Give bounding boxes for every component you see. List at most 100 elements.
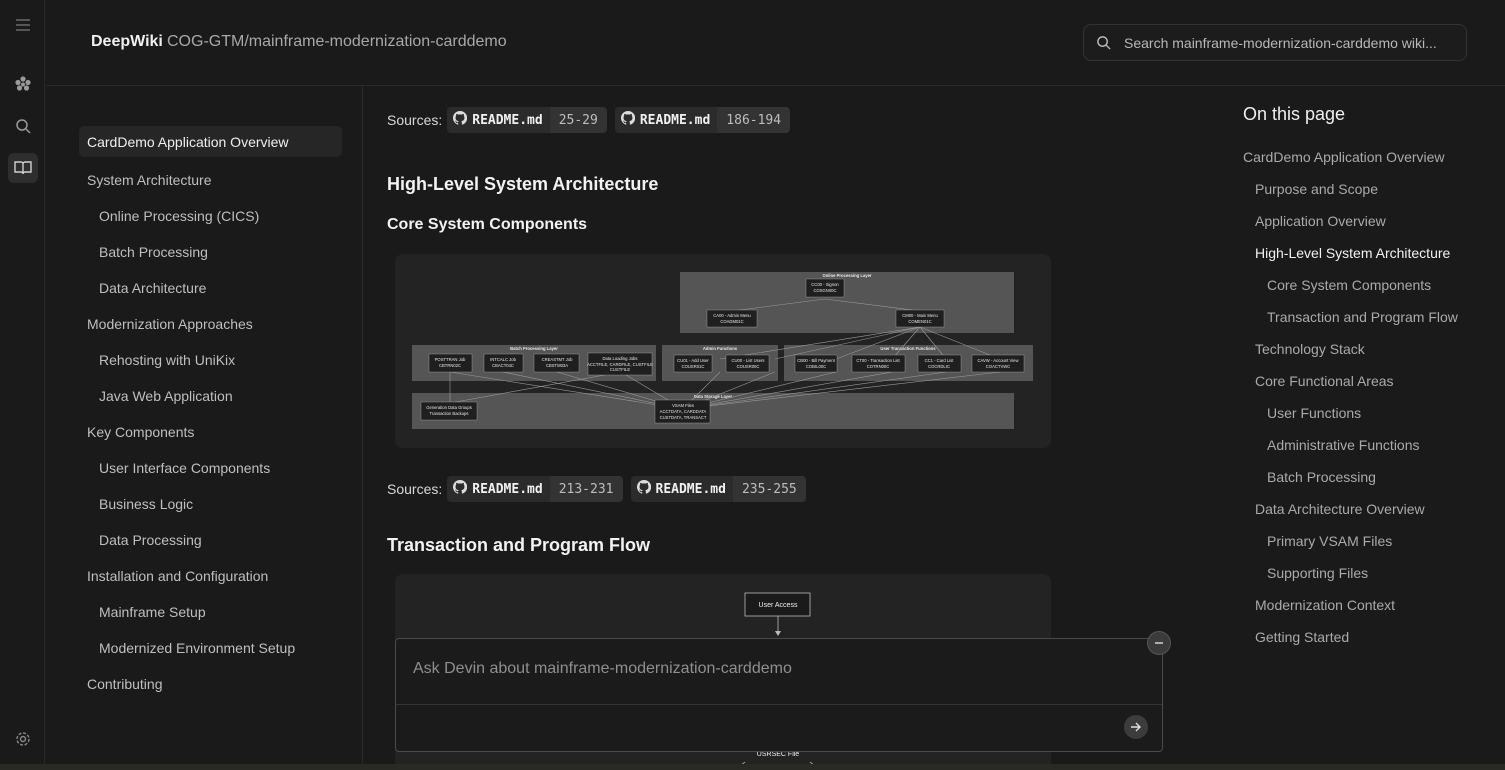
svg-text:Transaction Backups: Transaction Backups bbox=[430, 411, 469, 416]
nav-item-system-architecture[interactable]: System Architecture bbox=[79, 162, 342, 198]
svg-text:CC00 - Signon: CC00 - Signon bbox=[811, 282, 839, 287]
toc-title: On this page bbox=[1243, 104, 1346, 124]
nav-item-online-processing[interactable]: Online Processing (CICS) bbox=[79, 198, 342, 234]
toc-item-active[interactable]: High-Level System Architecture bbox=[1243, 237, 1483, 269]
node-gdg: Generation Data GroupsTransaction Backup… bbox=[420, 401, 478, 421]
nav-item-modernized-setup[interactable]: Modernized Environment Setup bbox=[79, 630, 342, 666]
settings-icon[interactable] bbox=[8, 724, 38, 754]
source-file: README.md bbox=[655, 481, 726, 497]
node-user-account-view: CAVW - Account ViewCOACTVWC bbox=[971, 354, 1025, 373]
nav-item-rehosting[interactable]: Rehosting with UniKix bbox=[79, 342, 342, 378]
nav-item-ui-components[interactable]: User Interface Components bbox=[79, 450, 342, 486]
svg-text:CBACT04C: CBACT04C bbox=[492, 363, 514, 368]
nav-item-data-architecture[interactable]: Data Architecture bbox=[79, 270, 342, 306]
nav-item-business-logic[interactable]: Business Logic bbox=[79, 486, 342, 522]
svg-text:CU01 - Add User: CU01 - Add User bbox=[677, 358, 709, 363]
svg-text:COTRN00C: COTRN00C bbox=[867, 364, 890, 369]
nav-item-batch-processing[interactable]: Batch Processing bbox=[79, 234, 342, 270]
node-admin-menu: CA00 - Admin MenuCOADM01C bbox=[706, 309, 758, 328]
ask-devin-input[interactable]: Ask Devin about mainframe-modernization-… bbox=[395, 638, 1163, 752]
nav-item-mainframe-setup[interactable]: Mainframe Setup bbox=[79, 594, 342, 630]
svg-text:CU00 - List Users: CU00 - List Users bbox=[731, 358, 764, 363]
svg-text:CUSTDATA, TRANSACT: CUSTDATA, TRANSACT bbox=[660, 415, 707, 420]
nav-item-key-components[interactable]: Key Components bbox=[79, 414, 342, 450]
nav-item-java-web[interactable]: Java Web Application bbox=[79, 378, 342, 414]
toc-item[interactable]: User Functions bbox=[1243, 397, 1483, 429]
svg-text:CM00 - Main Menu: CM00 - Main Menu bbox=[902, 313, 938, 318]
source-lines: 213-231 bbox=[549, 476, 623, 502]
toc-item[interactable]: Technology Stack bbox=[1243, 333, 1483, 365]
source-link[interactable]: README.md 186-194 bbox=[614, 107, 791, 133]
sources-row: Sources: README.md 213-231 README.md 235… bbox=[387, 476, 814, 502]
source-file: README.md bbox=[472, 481, 543, 497]
bottom-strip bbox=[0, 764, 1505, 770]
nav-item-modernization[interactable]: Modernization Approaches bbox=[79, 306, 342, 342]
source-lines: 25-29 bbox=[549, 107, 607, 133]
svg-text:CREASTMT Job: CREASTMT Job bbox=[542, 357, 574, 362]
nav-item-installation[interactable]: Installation and Configuration bbox=[79, 558, 342, 594]
sources-label: Sources: bbox=[387, 481, 443, 497]
toc-item[interactable]: Application Overview bbox=[1243, 205, 1483, 237]
source-link[interactable]: README.md 213-231 bbox=[447, 476, 623, 502]
ask-placeholder: Ask Devin about mainframe-modernization-… bbox=[413, 660, 792, 677]
toc-item[interactable]: Transaction and Program Flow bbox=[1243, 301, 1483, 333]
source-lines: 235-255 bbox=[732, 476, 806, 502]
sources-row: Sources: README.md 25-29 README.md 186-1… bbox=[387, 107, 798, 133]
devin-logo-icon[interactable] bbox=[8, 69, 38, 99]
node-user-bill-payment: CB00 - Bill PaymentCOBIL00C bbox=[794, 354, 838, 373]
repo-title[interactable]: COG-GTM/mainframe-modernization-carddemo bbox=[167, 33, 507, 51]
node-signon: CC00 - SignonCOSGN00C bbox=[805, 278, 845, 298]
minus-icon bbox=[1155, 642, 1163, 644]
toc-item[interactable]: Getting Started bbox=[1243, 621, 1483, 653]
header: DeepWiki COG-GTM/mainframe-modernization… bbox=[46, 0, 1505, 86]
svg-text:CAVW - Account View: CAVW - Account View bbox=[977, 358, 1019, 363]
book-icon[interactable] bbox=[8, 153, 38, 183]
table-of-contents: On this page CardDemo Application Overvi… bbox=[1243, 104, 1483, 653]
send-button[interactable] bbox=[1124, 715, 1148, 739]
svg-text:Data Loading Jobs: Data Loading Jobs bbox=[603, 356, 638, 361]
heading-transaction-flow: Transaction and Program Flow bbox=[387, 535, 651, 555]
toc-item[interactable]: Modernization Context bbox=[1243, 589, 1483, 621]
toc-item[interactable]: Core Functional Areas bbox=[1243, 365, 1483, 397]
node-admin-add-user: CU01 - Add UserCOUSR01C bbox=[673, 354, 713, 373]
label-user-layer: User Transaction Functions bbox=[880, 346, 936, 351]
sidebar-divider bbox=[362, 86, 363, 770]
svg-text:COACTVWC: COACTVWC bbox=[986, 364, 1010, 369]
svg-text:Generation Data Groups: Generation Data Groups bbox=[426, 405, 472, 410]
toc-item[interactable]: Core System Components bbox=[1243, 269, 1483, 301]
toc-item[interactable]: Purpose and Scope bbox=[1243, 173, 1483, 205]
source-link[interactable]: README.md 25-29 bbox=[447, 107, 607, 133]
source-link[interactable]: README.md 235-255 bbox=[630, 476, 806, 502]
search-icon[interactable] bbox=[8, 111, 38, 141]
toc-item[interactable]: Supporting Files bbox=[1243, 557, 1483, 589]
svg-text:CA00 - Admin Menu: CA00 - Admin Menu bbox=[713, 313, 751, 318]
search-input[interactable]: Search mainframe-modernization-carddemo … bbox=[1083, 24, 1467, 61]
nav-item-contributing[interactable]: Contributing bbox=[79, 666, 342, 702]
svg-text:COADM01C: COADM01C bbox=[720, 319, 743, 324]
svg-text:POSTTRAN Job: POSTTRAN Job bbox=[435, 357, 466, 362]
github-icon bbox=[636, 479, 651, 498]
node-main-menu: CM00 - Main MenuCOMEN01C bbox=[895, 309, 945, 328]
nav-item-overview[interactable]: CardDemo Application Overview bbox=[79, 126, 342, 157]
toc-item[interactable]: Primary VSAM Files bbox=[1243, 525, 1483, 557]
svg-text:CT00 - Transaction List: CT00 - Transaction List bbox=[856, 358, 900, 363]
toc-item[interactable]: Batch Processing bbox=[1243, 461, 1483, 493]
architecture-diagram[interactable]: Online Processing Layer Batch Processing… bbox=[395, 254, 1051, 448]
toc-item[interactable]: CardDemo Application Overview bbox=[1243, 141, 1483, 173]
toc-item[interactable]: Data Architecture Overview bbox=[1243, 493, 1483, 525]
source-lines: 186-194 bbox=[717, 107, 791, 133]
label-batch-layer: Batch Processing Layer bbox=[510, 346, 558, 351]
svg-text:COUSR01C: COUSR01C bbox=[682, 364, 705, 369]
svg-text:CBTRN02C: CBTRN02C bbox=[439, 363, 461, 368]
toc-item[interactable]: Administrative Functions bbox=[1243, 429, 1483, 461]
node-batch-data-loading: Data Loading JobsACCTFILE, CARDFILE, CUS… bbox=[587, 352, 653, 376]
github-icon bbox=[453, 479, 468, 498]
brand-logo[interactable]: DeepWiki bbox=[91, 33, 163, 51]
svg-text:INTCALC Job: INTCALC Job bbox=[490, 357, 517, 362]
nav-item-data-processing[interactable]: Data Processing bbox=[79, 522, 342, 558]
arrow-right-icon bbox=[1131, 722, 1141, 732]
menu-icon[interactable] bbox=[8, 10, 38, 40]
github-icon bbox=[620, 110, 636, 129]
svg-text:COMEN01C: COMEN01C bbox=[908, 319, 931, 324]
minimize-button[interactable] bbox=[1147, 631, 1171, 655]
